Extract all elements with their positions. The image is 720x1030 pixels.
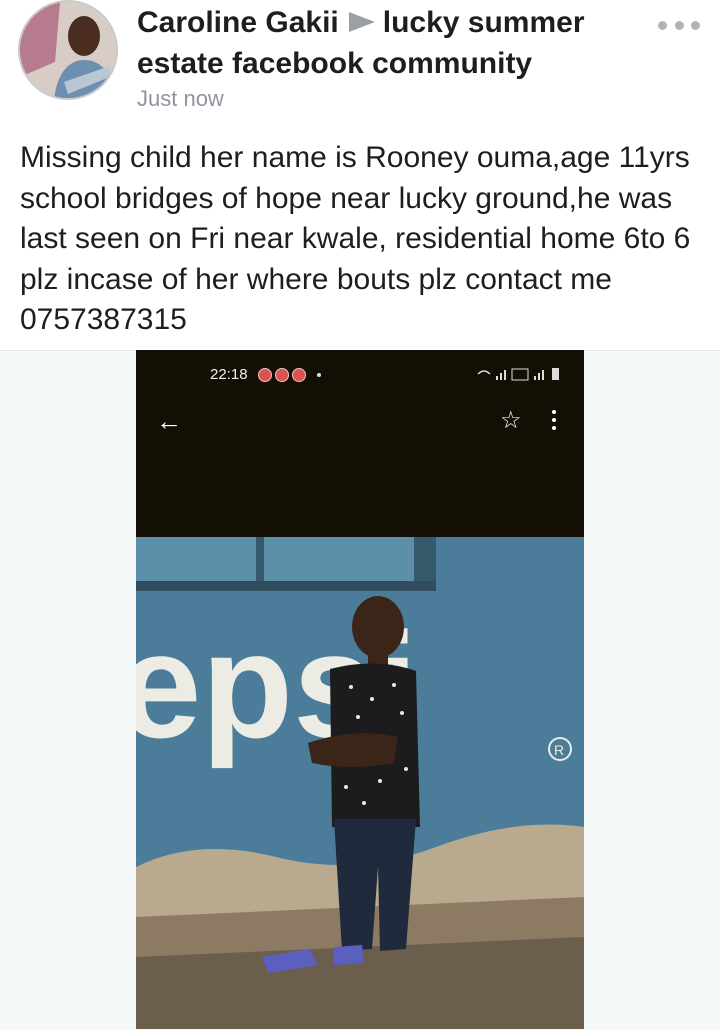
phone-status-bar: 22:18 <box>136 350 584 404</box>
photo-scene: epsi R <box>136 537 584 1029</box>
kebab-menu-icon[interactable] <box>551 410 557 432</box>
svg-text:R: R <box>554 742 564 758</box>
star-icon[interactable]: ☆ <box>500 406 522 435</box>
signal-battery-icon <box>477 368 559 381</box>
author-line: Caroline Gakii lucky summer estate facebo… <box>137 2 637 84</box>
notification-icons <box>258 368 321 382</box>
author-avatar[interactable] <box>18 0 118 100</box>
author-name[interactable]: Caroline Gakii <box>137 6 339 39</box>
back-arrow-icon[interactable]: ← <box>156 406 182 437</box>
post-time[interactable]: Just now <box>137 86 224 112</box>
more-dots-icon[interactable] <box>658 18 700 32</box>
post-text: Missing child her name is Rooney ouma,ag… <box>20 141 691 336</box>
status-clock: 22:18 <box>210 366 248 383</box>
post-photo[interactable]: 22:18 ← ☆ epsi R <box>136 350 584 1029</box>
post-header: Caroline Gakii lucky summer estate facebo… <box>0 0 720 120</box>
triangle-arrow-icon <box>348 12 375 33</box>
